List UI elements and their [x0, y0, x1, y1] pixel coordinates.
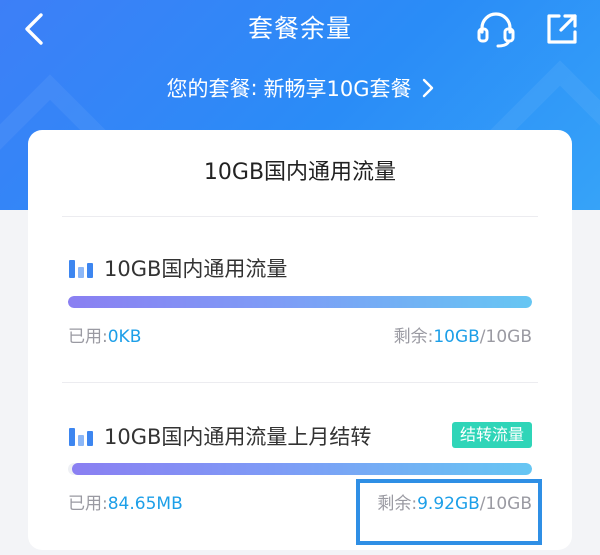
plan-prefix: 您的套餐: [166, 77, 251, 101]
page-title: 套餐余量: [247, 14, 352, 43]
used-label: 已用:: [68, 494, 108, 514]
divider: [62, 382, 538, 383]
usage-stats: 已用:0KB 剩余:10GB/10GB: [68, 322, 532, 348]
total-value: /10GB: [479, 327, 532, 347]
section-title: 10GB国内通用流量上月结转: [104, 425, 372, 449]
used-value: 84.65MB: [107, 494, 183, 514]
divider: [62, 216, 538, 217]
top-bar: 套餐余量: [0, 0, 600, 58]
remaining-label: 剩余:: [393, 327, 434, 347]
share-out-icon: [547, 14, 577, 44]
back-button[interactable]: [14, 10, 54, 48]
remaining-value: 10GB: [433, 327, 480, 347]
usage-progress-fill: [68, 296, 532, 308]
share-button[interactable]: [540, 8, 584, 50]
headset-icon: [477, 12, 515, 48]
bar-chart-icon: [69, 428, 93, 446]
used-value: 0KB: [107, 327, 142, 347]
section-title: 10GB国内通用流量: [104, 257, 288, 281]
plan-name: 新畅享10G套餐: [263, 77, 412, 101]
usage-progress-track: [68, 463, 532, 475]
section-header: 10GB国内通用流量上月结转: [68, 420, 371, 452]
plan-separator: :: [250, 76, 258, 100]
rollover-badge: 结转流量: [451, 422, 532, 448]
used-label: 已用:: [68, 327, 108, 347]
chevron-right-icon: [422, 78, 433, 98]
customer-service-button[interactable]: [474, 8, 518, 50]
usage-progress-fill: [71, 463, 532, 475]
card-heading: 10GB国内通用流量: [203, 160, 397, 185]
section-header: 10GB国内通用流量: [68, 252, 287, 284]
usage-progress-track: [68, 296, 532, 308]
highlight-box: [356, 479, 542, 545]
usage-section: 10GB国内通用流量 已用:0KB 剩余:10GB/10GB: [68, 252, 532, 348]
plan-link[interactable]: 您的套餐 : 新畅享10G套餐: [0, 70, 600, 106]
bar-chart-icon: [69, 260, 93, 278]
back-chevron-icon: [25, 13, 43, 45]
